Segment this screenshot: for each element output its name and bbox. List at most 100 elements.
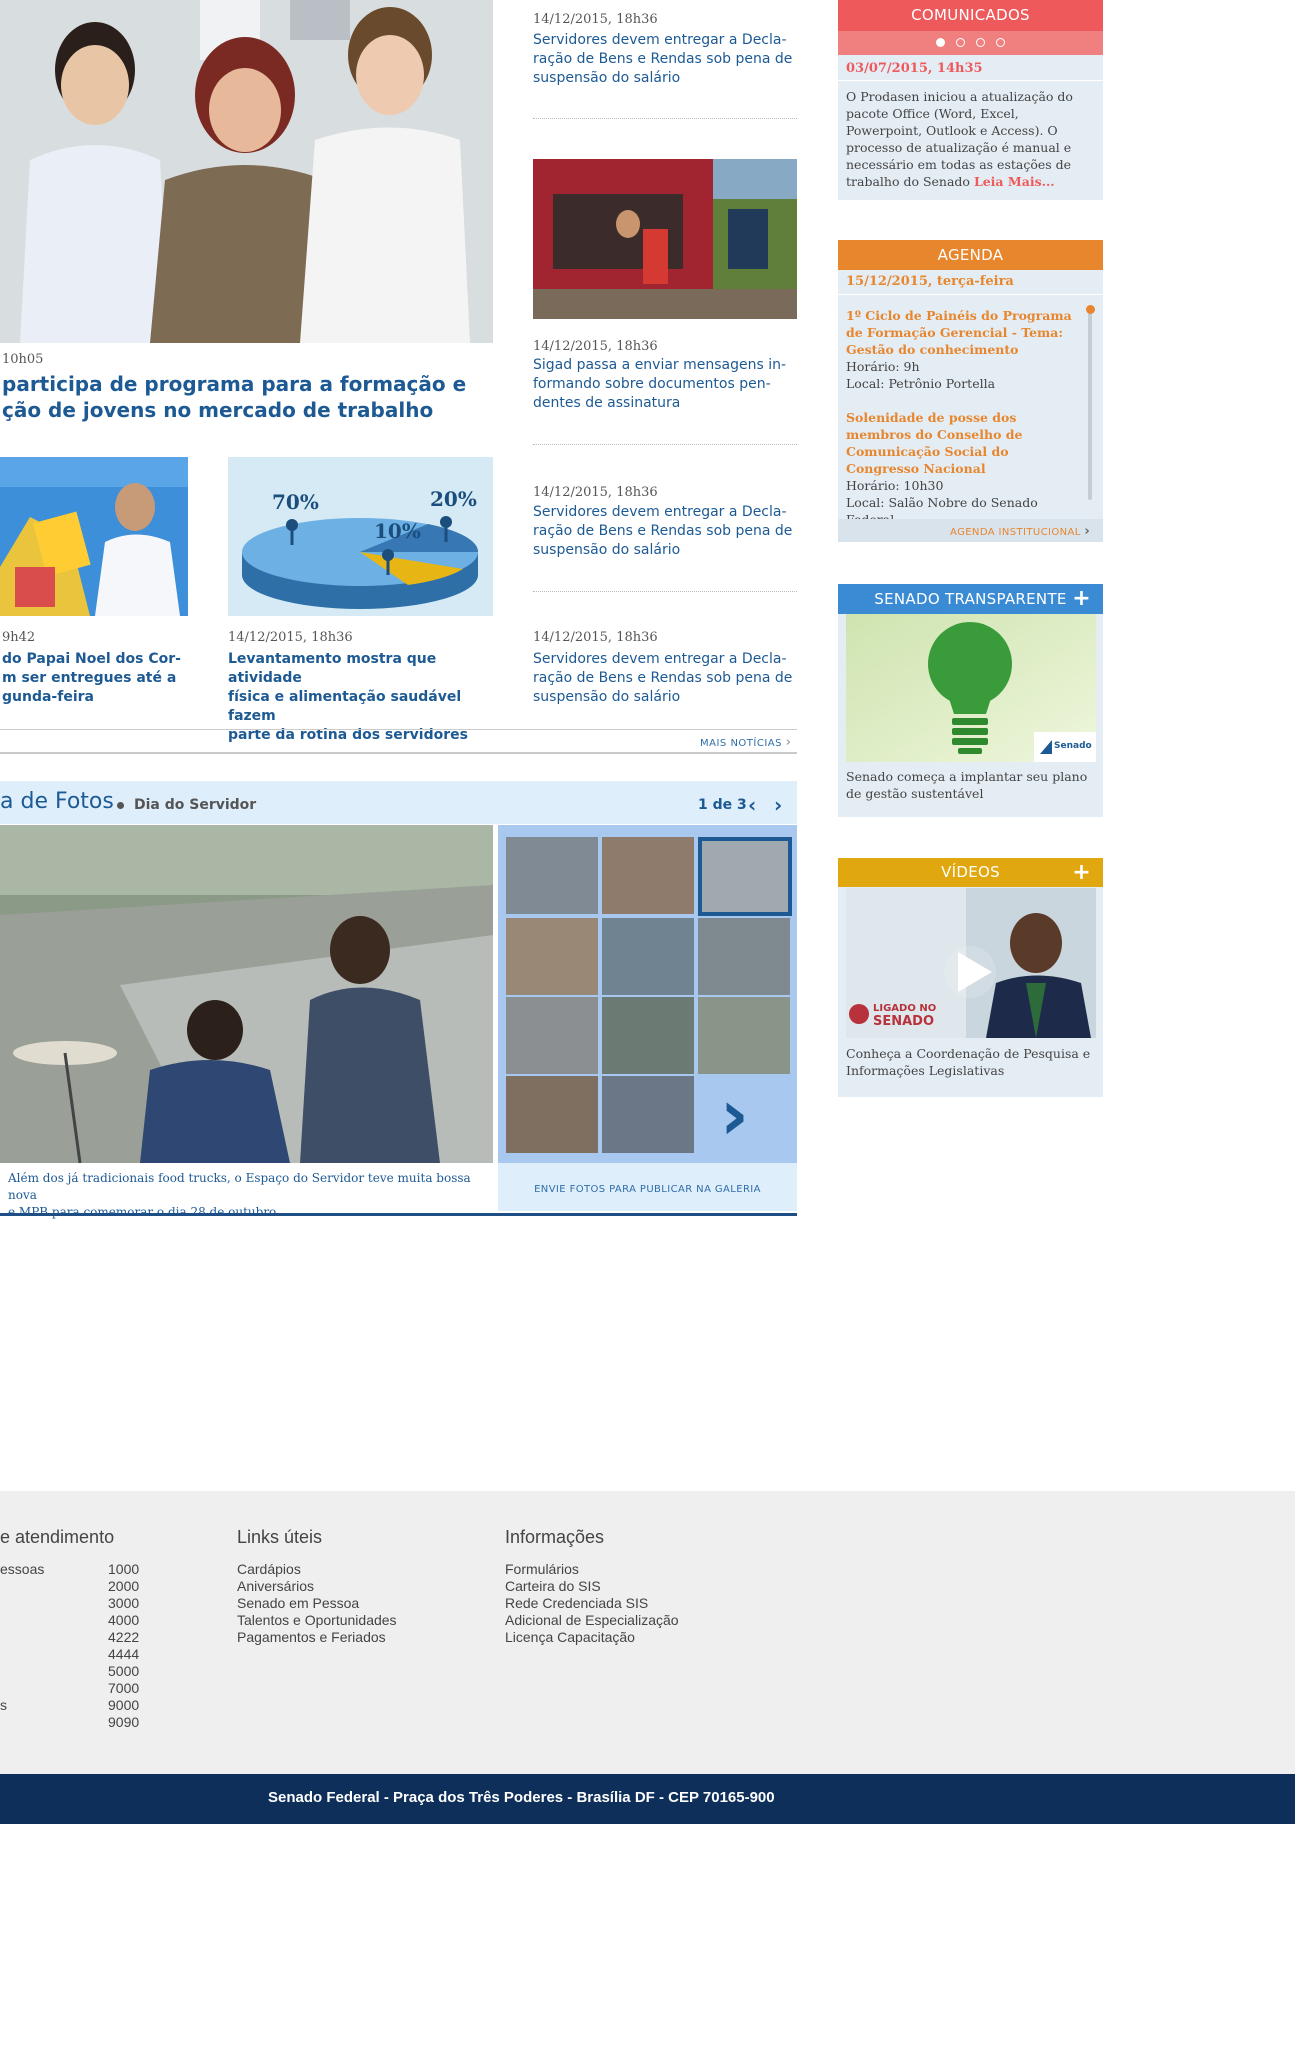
gallery-thumb[interactable] [698,997,790,1074]
gallery-thumb[interactable] [602,997,694,1074]
footer-link-cardapios[interactable]: Cardápios [237,1561,397,1578]
divider [533,591,797,592]
agenda-event-time: Horário: 10h30 [846,478,944,493]
news-right-title-2[interactable]: Sigad passa a enviar mensagens in- forma… [533,356,803,413]
gallery-thumb[interactable] [602,837,694,914]
gallery-thumb-selected[interactable] [698,837,792,916]
videos-header: VÍDEOS + [838,858,1103,887]
footer-link-pagamentos[interactable]: Pagamentos e Feriados [237,1629,397,1646]
footer-contact-row[interactable]: 7000 [0,1680,160,1697]
dot-icon[interactable] [955,38,965,47]
agenda-scrollbar[interactable] [1088,307,1092,500]
transparente-text[interactable]: Senado começa a implantar seu plano de g… [846,768,1096,802]
feature-headline[interactable]: participa de programa para a formação e … [2,371,492,423]
footer-contact-number: 3000 [108,1595,140,1611]
news-right-title-4[interactable]: Servidores devem entregar a Decla- ração… [533,650,803,707]
agenda-header: AGENDA [838,240,1103,270]
feature-photo[interactable] [0,0,493,343]
gallery-thumb[interactable] [602,918,694,995]
divider [533,118,797,119]
agenda-event-title: 1º Ciclo de Painéis do Programa de Forma… [846,308,1072,357]
footer-contact-row[interactable]: s 9000 [0,1697,160,1714]
footer-contact-number: 1000 [108,1561,140,1577]
agenda-scroll-thumb[interactable] [1086,305,1095,314]
mais-noticias-link[interactable]: MAIS NOTÍCIAS › [700,735,792,750]
dot-icon[interactable] [996,38,1006,47]
news-right-date-3: 14/12/2015, 18h36 [533,485,658,500]
papai-noel-photo[interactable] [0,457,188,616]
news-mid-title[interactable]: Levantamento mostra que atividade física… [228,650,498,745]
senado-badge: SENADO [873,1014,934,1029]
pie-illustration[interactable]: 70% 10% 20% [228,457,493,616]
gallery-subtitle: Dia do Servidor [134,797,257,813]
footer-contact-number: 7000 [108,1680,140,1696]
gallery-thumb[interactable] [506,1076,598,1153]
comunicados-dots [838,31,1103,55]
dot-active-icon[interactable] [935,38,945,47]
gallery-thumb[interactable] [506,997,598,1074]
agenda-date: 15/12/2015, terça-feira [846,274,1014,289]
chevron-right-icon: › [785,735,792,750]
footer-link-senado-em-pessoa[interactable]: Senado em Pessoa [237,1595,397,1612]
footer-contact-row[interactable]: 4222 [0,1629,160,1646]
gallery-thumb[interactable] [698,918,790,995]
gallery-thumb[interactable] [602,1076,694,1153]
footer-contact-number: 4000 [108,1612,140,1628]
footer-contact-row[interactable]: 9090 [0,1714,160,1731]
agenda-event-1[interactable]: 1º Ciclo de Painéis do Programa de Forma… [846,307,1081,392]
footer-col3-list: Formulários Carteira do SIS Rede Credenc… [505,1561,679,1646]
footer-contact-row[interactable]: 3000 [0,1595,160,1612]
footer-link-carteira-sis[interactable]: Carteira do SIS [505,1578,679,1595]
gallery-thumb[interactable] [506,837,598,914]
footer-contact-number: 9090 [108,1714,140,1730]
footer-col1-list: essoas 1000 2000 3000 4000 4222 4444 5000… [0,1561,160,1731]
divider [0,729,797,730]
footer-link-licenca[interactable]: Licença Capacitação [505,1629,679,1646]
comunicados-header: COMUNICADOS [838,0,1103,31]
footer-contact-row[interactable]: 4000 [0,1612,160,1629]
bullet-icon [117,802,124,809]
plus-icon[interactable]: + [1072,858,1091,887]
footer-col2-title: Links úteis [237,1527,323,1547]
gallery-thumb[interactable] [506,918,598,995]
agenda-institucional-link[interactable]: AGENDA INSTITUCIONAL › [950,524,1090,539]
read-more-link[interactable]: Leia Mais... [974,174,1055,189]
gallery-main-photo[interactable] [0,825,493,1163]
news-right-date-4: 14/12/2015, 18h36 [533,630,658,645]
footer-contact-row[interactable]: essoas 1000 [0,1561,160,1578]
dot-icon[interactable] [976,38,986,47]
news-left-title[interactable]: do Papai Noel dos Cor- m ser entregues a… [2,650,182,707]
gallery-bottom-rule [0,1213,797,1216]
food-truck-photo[interactable] [533,159,797,319]
footer-contact-number: 4444 [108,1646,140,1662]
news-left-date: 9h42 [2,630,36,645]
videos-text[interactable]: Conheça a Coordenação de Pesquisa e Info… [846,1045,1096,1079]
thumbs-next-icon[interactable]: › [720,1080,749,1150]
feature-date: 10h05 [2,352,44,367]
footer-link-talentos[interactable]: Talentos e Oportunidades [237,1612,397,1629]
agenda-sep [838,294,1103,295]
footer-link-rede-credenciada[interactable]: Rede Credenciada SIS [505,1595,679,1612]
footer-link-formularios[interactable]: Formulários [505,1561,679,1578]
footer-contact-row[interactable]: 2000 [0,1578,160,1595]
send-photos-link[interactable]: ENVIE FOTOS PARA PUBLICAR NA GALERIA [498,1184,797,1195]
plus-icon[interactable]: + [1072,584,1091,614]
footer-contact-label: essoas [0,1561,45,1577]
transparente-image[interactable]: Senado [846,614,1096,762]
footer-link-adicional[interactable]: Adicional de Especialização [505,1612,679,1629]
footer-contact-row[interactable]: 4444 [0,1646,160,1663]
pie-label-20: 20% [430,487,477,511]
footer-col1-title: e atendimento [0,1527,115,1547]
video-thumbnail[interactable]: LIGADO NO SENADO [846,888,1096,1038]
agenda-event-2[interactable]: Solenidade de posse dos membros do Conse… [846,409,1081,528]
ligado-badge: LIGADO NO [873,1003,936,1014]
gallery-title: a de Fotos [0,789,114,814]
news-right-title-3[interactable]: Servidores devem entregar a Decla- ração… [533,503,803,560]
next-arrow-icon[interactable]: › [774,793,782,817]
videos-title: VÍDEOS [941,863,1000,881]
prev-arrow-icon[interactable]: ‹ [748,793,756,817]
news-right-date-2: 14/12/2015, 18h36 [533,339,658,354]
footer-contact-row[interactable]: 5000 [0,1663,160,1680]
footer-link-aniversarios[interactable]: Aniversários [237,1578,397,1595]
news-right-title-1[interactable]: Servidores devem entregar a Decla- ração… [533,31,803,88]
